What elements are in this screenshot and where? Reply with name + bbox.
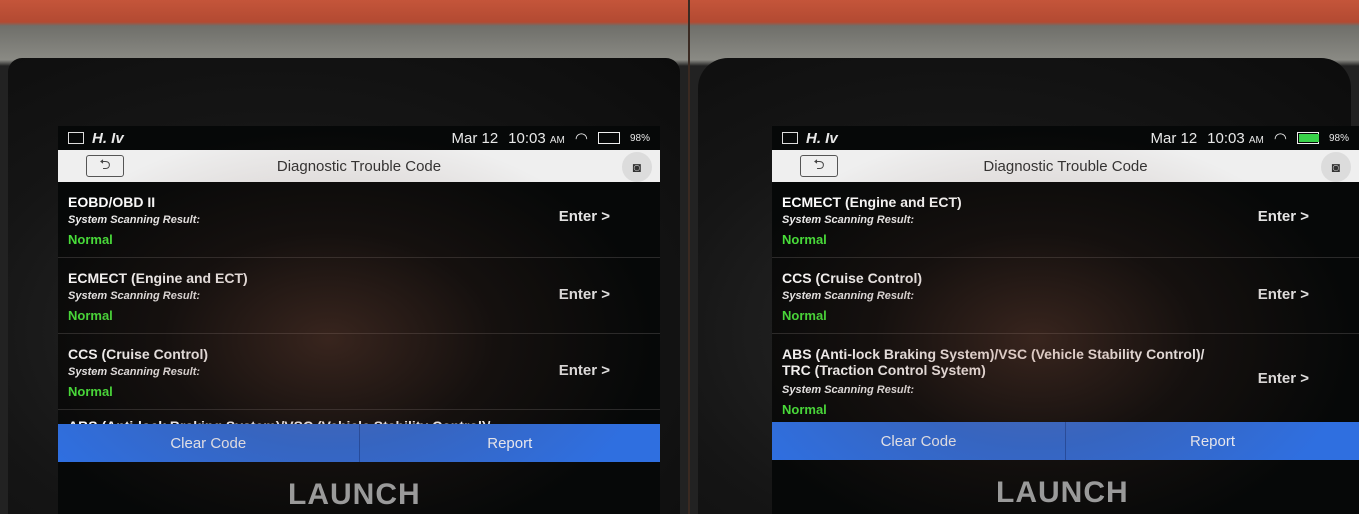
scan-result-value: Normal bbox=[782, 308, 827, 323]
scan-result-value: Normal bbox=[68, 232, 113, 247]
report-button[interactable]: Report bbox=[1065, 422, 1359, 460]
report-button[interactable]: Report bbox=[358, 424, 660, 462]
brand-logo: LAUNCH bbox=[996, 476, 1129, 509]
status-bar: H. Iv Mar 12 10:03 AM ◠ 98% bbox=[772, 126, 1359, 150]
scan-result-label: System Scanning Result: bbox=[68, 366, 201, 378]
clear-code-button[interactable]: Clear Code bbox=[772, 422, 1065, 460]
status-left: H. Iv bbox=[782, 130, 838, 147]
system-list: ECMECT (Engine and ECT) System Scanning … bbox=[772, 182, 1359, 427]
camera-icon: ◙ bbox=[1331, 159, 1341, 175]
battery-icon bbox=[1296, 132, 1319, 144]
title-bar: ⮌ Diagnostic Trouble Code ◙ bbox=[772, 150, 1359, 182]
battery-percent: 98% bbox=[629, 132, 650, 144]
scan-result-label: System Scanning Result: bbox=[68, 290, 201, 302]
system-row[interactable]: EOBD/OBD II System Scanning Result: Norm… bbox=[58, 182, 660, 258]
wifi-icon: ◠ bbox=[1273, 130, 1287, 147]
back-button[interactable]: ⮌ bbox=[800, 155, 838, 177]
page-title: Diagnostic Trouble Code bbox=[276, 157, 442, 175]
gallery-icon bbox=[782, 132, 798, 144]
status-time: 10:03 bbox=[1207, 129, 1245, 147]
enter-button[interactable]: Enter > bbox=[1258, 286, 1309, 303]
device-screen: H. Iv Mar 12 10:03 AM ◠ 98% ⮌ Diagnostic… bbox=[772, 126, 1359, 514]
status-left-text: H. Iv bbox=[806, 129, 838, 147]
status-am: AM bbox=[1248, 134, 1264, 146]
device-screen: H. Iv Mar 12 10:03 AM ◠ 98% ⮌ Diagnostic… bbox=[58, 126, 660, 514]
enter-button[interactable]: Enter > bbox=[1258, 370, 1309, 387]
enter-button[interactable]: Enter > bbox=[559, 286, 610, 303]
left-photo: H. Iv Mar 12 10:03 AM ◠ 98% ⮌ Diagnostic… bbox=[0, 0, 688, 514]
status-left: H. Iv bbox=[68, 130, 124, 147]
scan-result-label: System Scanning Result: bbox=[68, 214, 201, 226]
scan-result-label: System Scanning Result: bbox=[782, 290, 915, 302]
screenshot-button[interactable]: ◙ bbox=[622, 152, 652, 182]
scan-result-value: Normal bbox=[68, 308, 113, 323]
battery-percent: 98% bbox=[1328, 132, 1349, 144]
status-right: Mar 12 10:03 AM ◠ 98% bbox=[451, 129, 650, 148]
status-bar: H. Iv Mar 12 10:03 AM ◠ 98% bbox=[58, 126, 660, 150]
back-arrow-icon: ⮌ bbox=[99, 156, 111, 172]
right-photo: H. Iv Mar 12 10:03 AM ◠ 98% ⮌ Diagnostic… bbox=[690, 0, 1359, 514]
scan-result-label: System Scanning Result: bbox=[782, 214, 915, 226]
back-arrow-icon: ⮌ bbox=[813, 156, 825, 172]
scan-result-value: Normal bbox=[68, 384, 113, 399]
screenshot-button[interactable]: ◙ bbox=[1321, 152, 1351, 182]
title-bar: ⮌ Diagnostic Trouble Code ◙ bbox=[58, 150, 660, 182]
system-name: ECMECT (Engine and ECT) bbox=[782, 194, 962, 210]
brand-logo: LAUNCH bbox=[288, 478, 421, 511]
battery-fill bbox=[1298, 134, 1319, 142]
system-name: EOBD/OBD II bbox=[68, 194, 156, 210]
wifi-icon: ◠ bbox=[574, 130, 588, 147]
bottom-action-bar: Clear Code Report bbox=[58, 424, 660, 462]
status-right: Mar 12 10:03 AM ◠ 98% bbox=[1150, 129, 1349, 148]
status-left-text: H. Iv bbox=[92, 129, 124, 147]
system-name: ABS (Anti-lock Braking System)/VSC (Vehi… bbox=[782, 346, 1205, 378]
bottom-action-bar: Clear Code Report bbox=[772, 422, 1359, 460]
system-row[interactable]: ABS (Anti-lock Braking System)/VSC (Vehi… bbox=[772, 334, 1359, 427]
back-button[interactable]: ⮌ bbox=[86, 155, 124, 177]
status-date: Mar 12 bbox=[1150, 129, 1198, 147]
system-name: CCS (Cruise Control) bbox=[68, 346, 208, 362]
clear-code-button[interactable]: Clear Code bbox=[58, 424, 359, 462]
system-row[interactable]: CCS (Cruise Control) System Scanning Res… bbox=[58, 334, 660, 410]
scan-result-label: System Scanning Result: bbox=[782, 384, 915, 396]
status-time: 10:03 bbox=[508, 129, 546, 147]
page-title: Diagnostic Trouble Code bbox=[983, 157, 1148, 175]
status-time-group: 10:03 AM bbox=[1207, 130, 1264, 147]
battery-icon bbox=[597, 132, 620, 144]
system-row[interactable]: ECMECT (Engine and ECT) System Scanning … bbox=[772, 182, 1359, 258]
system-row[interactable]: CCS (Cruise Control) System Scanning Res… bbox=[772, 258, 1359, 334]
system-name: ECMECT (Engine and ECT) bbox=[68, 270, 248, 286]
status-am: AM bbox=[549, 134, 565, 146]
system-row[interactable]: ECMECT (Engine and ECT) System Scanning … bbox=[58, 258, 660, 334]
status-date: Mar 12 bbox=[451, 129, 499, 147]
system-list: EOBD/OBD II System Scanning Result: Norm… bbox=[58, 182, 660, 440]
gallery-icon bbox=[68, 132, 84, 144]
status-time-group: 10:03 AM bbox=[508, 130, 565, 147]
scan-result-value: Normal bbox=[782, 402, 827, 417]
enter-button[interactable]: Enter > bbox=[559, 208, 610, 225]
enter-button[interactable]: Enter > bbox=[1258, 208, 1309, 225]
scan-result-value: Normal bbox=[782, 232, 827, 247]
camera-icon: ◙ bbox=[632, 159, 642, 175]
system-name: CCS (Cruise Control) bbox=[782, 270, 922, 286]
enter-button[interactable]: Enter > bbox=[559, 362, 610, 379]
